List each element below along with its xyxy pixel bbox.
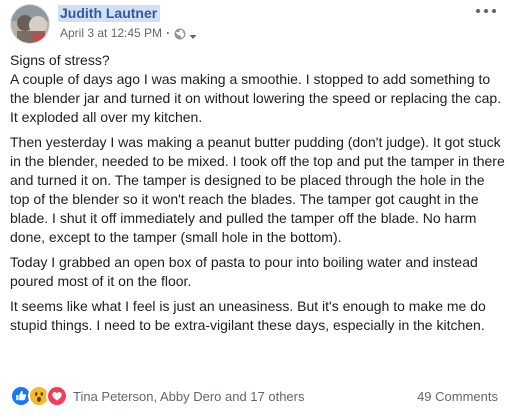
post-meta: April 3 at 12:45 PM · xyxy=(60,26,197,41)
more-options-icon[interactable] xyxy=(476,4,496,18)
post-card: Judith Lautner April 3 at 12:45 PM · Sig… xyxy=(0,0,508,416)
post-body: Signs of stress? A couple of days ago I … xyxy=(10,51,506,341)
globe-icon[interactable] xyxy=(174,28,186,40)
post-footer: Tina Peterson, Abby Dero and 17 others 4… xyxy=(10,385,498,407)
post-timestamp[interactable]: April 3 at 12:45 PM xyxy=(60,26,162,41)
meta-separator: · xyxy=(166,26,171,40)
comments-count[interactable]: 49 Comments xyxy=(417,389,498,404)
more-dot xyxy=(484,9,488,13)
chevron-down-icon[interactable] xyxy=(189,30,197,39)
post-paragraph: Then yesterday I was making a peanut but… xyxy=(10,134,505,245)
reaction-names[interactable]: Tina Peterson, Abby Dero and 17 others xyxy=(73,389,305,404)
avatar[interactable] xyxy=(10,4,50,44)
love-icon xyxy=(46,385,68,407)
post-paragraph: It seems like what I feel is just an une… xyxy=(10,298,486,333)
post-paragraph: Today I grabbed an open box of pasta to … xyxy=(10,254,478,289)
post-paragraph: Signs of stress? A couple of days ago I … xyxy=(10,52,502,125)
reactions-summary[interactable]: Tina Peterson, Abby Dero and 17 others xyxy=(10,385,305,407)
more-dot xyxy=(476,9,480,13)
more-dot xyxy=(492,9,496,13)
author-name[interactable]: Judith Lautner xyxy=(58,5,161,22)
avatar-photo xyxy=(11,5,49,43)
